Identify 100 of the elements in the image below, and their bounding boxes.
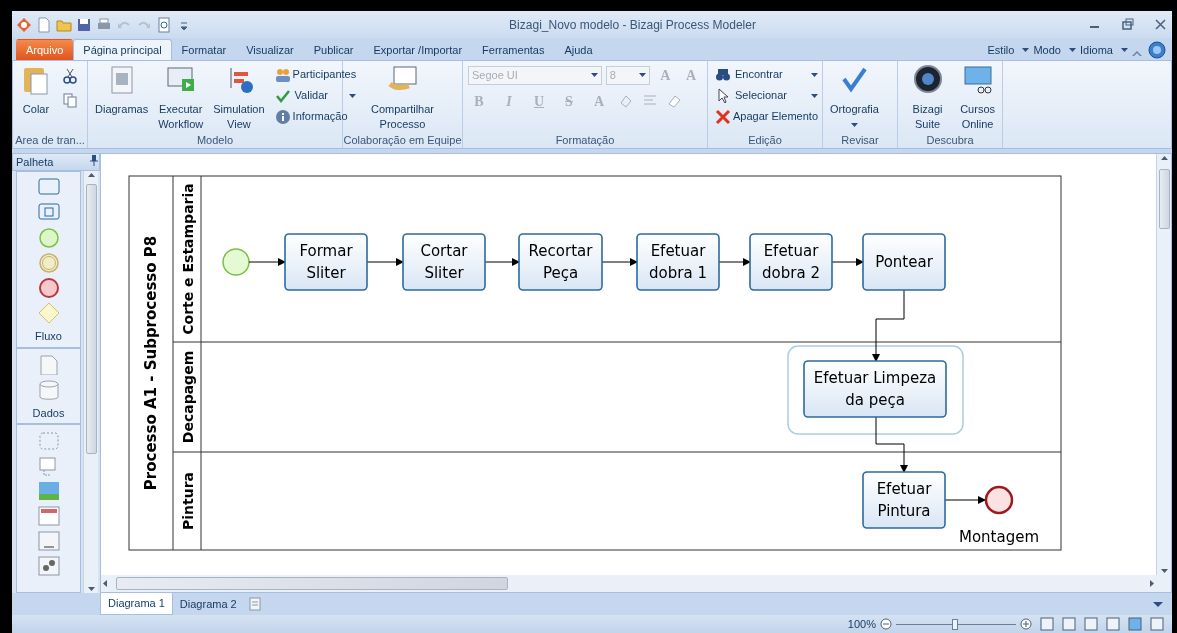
delete-icon: [715, 108, 731, 125]
ribbon-button[interactable]: Ortografia: [828, 64, 881, 132]
caret-icon: [1121, 48, 1128, 52]
ribbon-button[interactable]: Informação: [272, 106, 359, 127]
task[interactable]: Pontear: [862, 233, 946, 291]
overview-icon[interactable]: [1106, 617, 1120, 631]
fit-page-icon[interactable]: [1062, 617, 1076, 631]
database-icon[interactable]: [37, 379, 60, 400]
save-icon[interactable]: [76, 16, 92, 33]
sequence-flow[interactable]: [718, 258, 751, 266]
caret-icon: [1022, 48, 1030, 52]
header-icon[interactable]: [37, 506, 60, 526]
zoom-slider[interactable]: [951, 618, 958, 630]
logo-icon[interactable]: [16, 16, 32, 33]
group-label: Formatação: [554, 133, 616, 148]
diagram-tab[interactable]: Diagrama 1: [100, 593, 173, 615]
scrollbar-thumb[interactable]: [1158, 169, 1170, 229]
task-shape-icon[interactable]: [37, 178, 60, 198]
ribbon-tab[interactable]: Ferramentas: [472, 38, 555, 60]
ribbon-button[interactable]: Executar Workflow: [156, 64, 206, 132]
ribbon-button[interactable]: Selecionar: [713, 85, 820, 106]
scrollbar-thumb[interactable]: [116, 577, 508, 590]
task[interactable]: Formar Sliter: [284, 233, 368, 291]
task[interactable]: Efetuar Limpeza da peça: [803, 360, 947, 418]
zoom-out-icon[interactable]: [880, 618, 892, 630]
task[interactable]: Efetuar Pintura: [862, 471, 946, 529]
menu-dropdown[interactable]: Estilo: [985, 40, 1032, 60]
binoculars-icon: [715, 66, 731, 83]
group-label: Revisar: [840, 133, 880, 148]
people-icon: [274, 66, 291, 83]
event-label: Montagem: [958, 528, 1040, 546]
ribbon-button[interactable]: Colar: [18, 64, 54, 132]
lane-label: Decapagem: [180, 350, 196, 444]
new-file-icon[interactable]: [36, 16, 52, 33]
group-label: Descubra: [925, 133, 975, 148]
ribbon-button[interactable]: Simulation View: [211, 64, 267, 132]
sequence-flow[interactable]: [248, 258, 286, 266]
sequence-flow[interactable]: [944, 496, 986, 504]
ribbon-button[interactable]: Participantes: [272, 64, 359, 85]
group-label: Area de tran...: [14, 133, 86, 148]
task[interactable]: Efetuar dobra 1: [636, 233, 720, 291]
ribbon-button[interactable]: Validar: [272, 85, 359, 106]
start-event-icon[interactable]: [37, 228, 60, 248]
group-label: Edição: [747, 133, 783, 148]
ribbon-button[interactable]: Encontrar: [713, 64, 820, 85]
end-event[interactable]: [984, 485, 1014, 515]
sequence-flow[interactable]: [366, 258, 404, 266]
gears-icon[interactable]: [37, 556, 60, 576]
menu-dropdown[interactable]: Modo: [1031, 40, 1078, 60]
section-label: Dados: [32, 405, 65, 421]
print-preview-icon[interactable]: [156, 16, 172, 33]
ribbon-tab[interactable]: Visualizar: [236, 38, 304, 60]
diagram-tab[interactable]: Diagrama 2: [172, 593, 244, 615]
pool-label: Processo A1 - Subprocesso P8: [142, 235, 160, 491]
scroll-down-icon[interactable]: [86, 584, 96, 593]
sequence-flow[interactable]: [831, 258, 864, 266]
subprocess-shape-icon[interactable]: [37, 203, 60, 223]
intermediate-event-icon[interactable]: [37, 253, 60, 273]
caret-icon: [1068, 48, 1076, 52]
sequence-flow[interactable]: [875, 416, 908, 473]
zoom-in-icon[interactable]: [1020, 618, 1032, 630]
ribbon-tab[interactable]: Publicar: [303, 38, 364, 60]
ribbon-tab[interactable]: Exportar /Importar: [363, 38, 473, 60]
sequence-flow[interactable]: [484, 258, 520, 266]
page-icon[interactable]: [1150, 617, 1164, 631]
task[interactable]: Recortar Peça: [518, 233, 603, 291]
panel-title: Palheta: [16, 155, 54, 170]
scroll-up-icon[interactable]: [1159, 154, 1169, 163]
start-event[interactable]: [222, 248, 250, 276]
task[interactable]: Cortar Sliter: [402, 233, 486, 291]
fit-width-icon[interactable]: [1040, 617, 1054, 631]
restore-icon[interactable]: [1120, 17, 1135, 32]
menu-dropdown[interactable]: Idioma: [1077, 40, 1130, 60]
ribbon-button[interactable]: Apagar Elemento: [713, 106, 820, 127]
zoom-level: 100%: [847, 616, 876, 632]
window-title: Bizagi_Novo modelo - Bizagi Process Modeler: [508, 16, 757, 34]
group-label: Colaboração em Equipe: [343, 133, 462, 148]
end-event-icon[interactable]: [37, 278, 60, 298]
new-diagram-icon[interactable]: [247, 597, 262, 611]
caret-icon: [639, 73, 647, 77]
scroll-left-icon[interactable]: [101, 579, 110, 588]
ribbon-button[interactable]: Diagramas: [93, 64, 151, 132]
ribbon-tab[interactable]: Formatar: [171, 38, 237, 60]
image-icon[interactable]: [37, 481, 60, 501]
scroll-right-icon[interactable]: [1147, 579, 1156, 588]
scrollbar-thumb[interactable]: [85, 184, 97, 454]
bizagi-suite-icon: [911, 64, 944, 96]
zoom-area-icon[interactable]: [1084, 617, 1098, 631]
task[interactable]: Efetuar dobra 2: [749, 233, 833, 291]
ribbon-tab[interactable]: Ajuda: [554, 38, 603, 60]
group-label: Modelo: [195, 133, 235, 148]
ribbon-tab[interactable]: Página principal: [73, 38, 172, 60]
group-outline[interactable]: [787, 345, 964, 435]
text-icon[interactable]: [37, 531, 60, 551]
help-icon[interactable]: [1148, 41, 1166, 59]
sequence-flow[interactable]: [601, 258, 638, 266]
ribbon-button[interactable]: Cursos Online: [958, 64, 997, 132]
ribbon-button[interactable]: Bizagi Suite: [903, 64, 953, 132]
pin-icon[interactable]: [89, 154, 99, 166]
close-icon[interactable]: [1153, 17, 1168, 32]
